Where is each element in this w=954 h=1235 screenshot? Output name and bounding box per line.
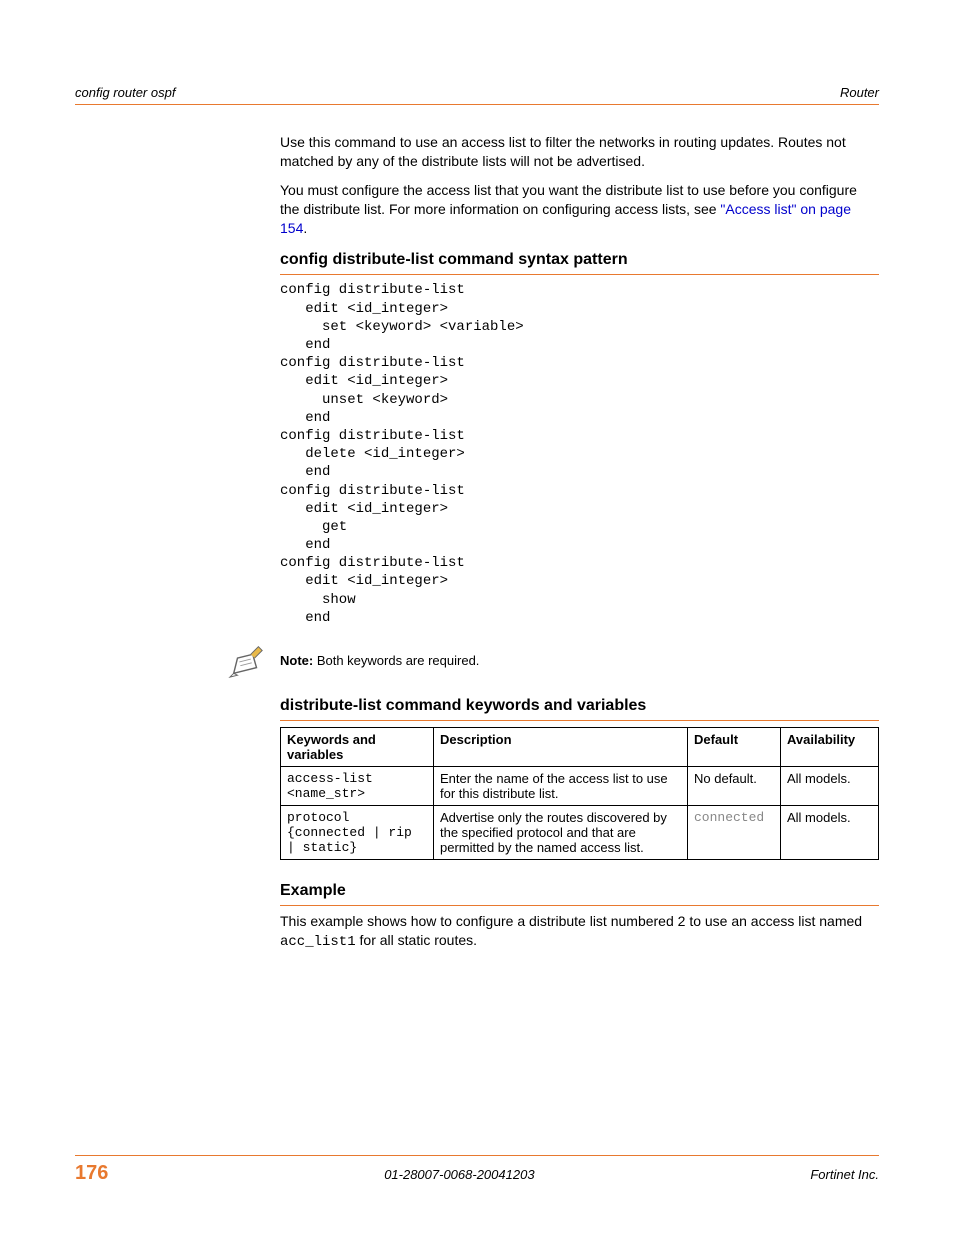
keywords-table: Keywords and variables Description Defau… — [280, 727, 879, 860]
header-left: config router ospf — [75, 85, 175, 100]
intro-paragraph-2: You must configure the access list that … — [280, 181, 879, 238]
example-heading: Example — [280, 882, 879, 906]
note-text: Both keywords are required. — [313, 653, 479, 668]
th-description: Description — [434, 728, 688, 767]
table-heading: distribute-list command keywords and var… — [280, 697, 879, 721]
example-paragraph: This example shows how to configure a di… — [280, 912, 879, 952]
main-content: Use this command to use an access list t… — [280, 133, 879, 952]
page-header: config router ospf Router — [75, 85, 879, 105]
th-keywords: Keywords and variables — [281, 728, 434, 767]
syntax-code-block: config distribute-list edit <id_integer>… — [280, 281, 879, 627]
company-name: Fortinet Inc. — [810, 1167, 879, 1182]
page-number: 176 — [75, 1162, 108, 1185]
syntax-heading: config distribute-list command syntax pa… — [280, 251, 879, 275]
header-right: Router — [840, 85, 879, 100]
intro-paragraph-1: Use this command to use an access list t… — [280, 133, 879, 171]
th-default: Default — [688, 728, 781, 767]
doc-id: 01-28007-0068-20041203 — [384, 1167, 534, 1182]
note-icon — [228, 641, 266, 679]
page-footer: 176 01-28007-0068-20041203 Fortinet Inc. — [75, 1155, 879, 1185]
note-block: Note: Both keywords are required. — [228, 641, 879, 679]
th-availability: Availability — [781, 728, 879, 767]
table-row: access-list <name_str> Enter the name of… — [281, 767, 879, 806]
note-label: Note: — [280, 653, 313, 668]
table-row: protocol {connected | rip | static} Adve… — [281, 806, 879, 860]
